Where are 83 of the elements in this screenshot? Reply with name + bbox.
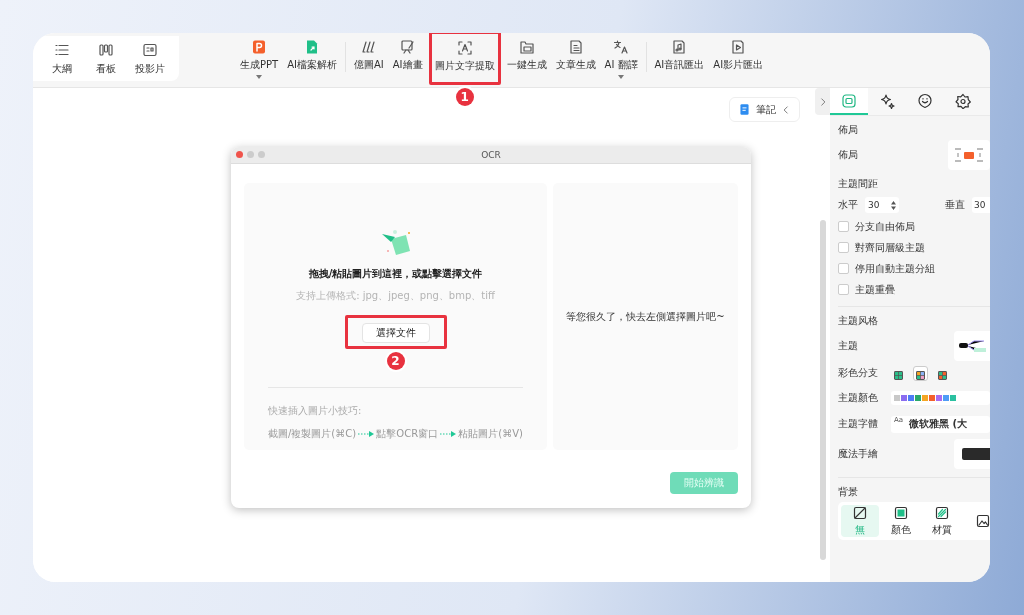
checkbox[interactable]	[838, 221, 849, 232]
view-mode-button[interactable]: 看板	[85, 41, 127, 76]
video-file-icon	[730, 39, 747, 55]
toolbar-button[interactable]: AI音訊匯出	[651, 33, 708, 81]
tip-step: 截圖/複製圖片(⌘C)	[268, 427, 357, 441]
background-option[interactable]: 顏色	[882, 505, 920, 537]
caret-icon	[618, 75, 625, 79]
toolbar-button[interactable]: AI 翻譯	[601, 33, 641, 81]
field-label: 魔法手繪	[838, 447, 879, 461]
number-field[interactable]: 30	[865, 197, 899, 213]
toolbar-button[interactable]: AI繪畫	[389, 33, 426, 81]
field-label: 主題字體	[838, 417, 879, 431]
toolbar-button[interactable]: 一鍵生成	[503, 33, 550, 81]
view-mode-button[interactable]: 大綱	[41, 41, 83, 76]
spinner-arrows-icon	[891, 200, 896, 210]
notes-button[interactable]: 筆記	[729, 97, 800, 122]
callout-number: 2	[386, 352, 405, 370]
smiley-icon	[917, 92, 933, 109]
dotted-arrow-icon	[358, 431, 375, 437]
toolbar-button[interactable]: AI影片匯出	[710, 33, 767, 81]
checkbox-label: 停用自動主題分組	[855, 261, 935, 276]
choose-file-button[interactable]: 選擇文件	[361, 323, 430, 343]
slide-icon	[142, 41, 158, 58]
texture-icon	[934, 505, 950, 521]
no-fill-icon	[852, 505, 868, 521]
checkbox[interactable]	[838, 242, 849, 253]
notes-icon	[738, 103, 751, 116]
field-label: 主題	[838, 339, 859, 353]
field-label: 主題顏色	[838, 391, 879, 405]
theme-preview[interactable]	[954, 331, 990, 361]
style-icon	[841, 92, 857, 109]
chevron-left-icon	[781, 104, 791, 115]
caret-icon	[256, 75, 263, 79]
tips-title: 快速插入圖片小技巧:	[268, 404, 363, 418]
scrollbar[interactable]	[819, 220, 826, 560]
scan-frame-icon	[456, 40, 473, 56]
section-heading: 佈局	[838, 123, 859, 137]
number-field[interactable]: 30	[972, 197, 990, 213]
mind-map-layout-drawing	[954, 146, 984, 164]
tip-step: 點擊OCR窗口	[376, 427, 439, 441]
checkbox[interactable]	[838, 263, 849, 274]
slides-file-icon	[251, 39, 268, 55]
toolbar-button[interactable]: 文章生成	[552, 33, 599, 81]
toolbar-button[interactable]: 圖片文字提取	[431, 34, 498, 82]
view-mode-button[interactable]: 投影片	[129, 41, 171, 76]
checkbox[interactable]	[838, 284, 849, 295]
layout-preview[interactable]	[948, 140, 990, 170]
section-heading: 背景	[838, 485, 859, 499]
section-heading: 主題风格	[838, 314, 879, 328]
upload-instruction: 拖拽/粘貼圖片到這裡，或點擊選擇文件	[308, 267, 483, 281]
image-icon	[975, 513, 990, 529]
result-placeholder: 等您很久了，快去左側選擇圖片吧~	[566, 309, 725, 324]
easel-icon	[399, 39, 416, 55]
music-file-icon	[671, 39, 688, 55]
fill-color-icon	[893, 505, 909, 521]
branch-color-option[interactable]	[913, 365, 928, 381]
field-label: 佈局	[838, 148, 859, 162]
field-label: 垂直	[945, 198, 965, 212]
folder-icon	[518, 39, 535, 55]
close-window-button[interactable]	[236, 151, 243, 158]
columns-icon	[98, 41, 114, 58]
color-palette[interactable]	[891, 391, 990, 405]
document-icon	[567, 39, 584, 55]
callout-number: 1	[455, 88, 474, 106]
field-label: 水平	[838, 198, 858, 212]
field-label: 主題間距	[838, 177, 879, 191]
toolbar-button[interactable]: 生成PPT	[237, 33, 282, 81]
field-label: 彩色分支	[838, 366, 879, 380]
hand-drawn-preview[interactable]	[954, 439, 990, 469]
checkbox-label: 對齊同層級主題	[855, 240, 925, 255]
dotted-arrow-icon	[440, 431, 457, 437]
translate-icon	[613, 39, 630, 55]
dialog-title: OCR	[481, 150, 501, 160]
background-option[interactable]: 材質	[923, 505, 961, 537]
result-text-area[interactable]: 等您很久了，快去左側選擇圖片吧~	[553, 183, 738, 450]
checkbox-label: 主題重疊	[855, 282, 895, 297]
tip-step: 粘貼圖片(⌘V)	[458, 427, 523, 441]
checkbox-label: 分支自由佈局	[855, 219, 915, 234]
strokes-icon	[360, 39, 377, 55]
toolbar-button[interactable]: 億圖AI	[350, 33, 387, 81]
theme-sample-drawing	[957, 337, 987, 355]
sparkle-icon	[879, 92, 895, 109]
toolbar-button[interactable]: AI檔案解析	[284, 33, 340, 81]
